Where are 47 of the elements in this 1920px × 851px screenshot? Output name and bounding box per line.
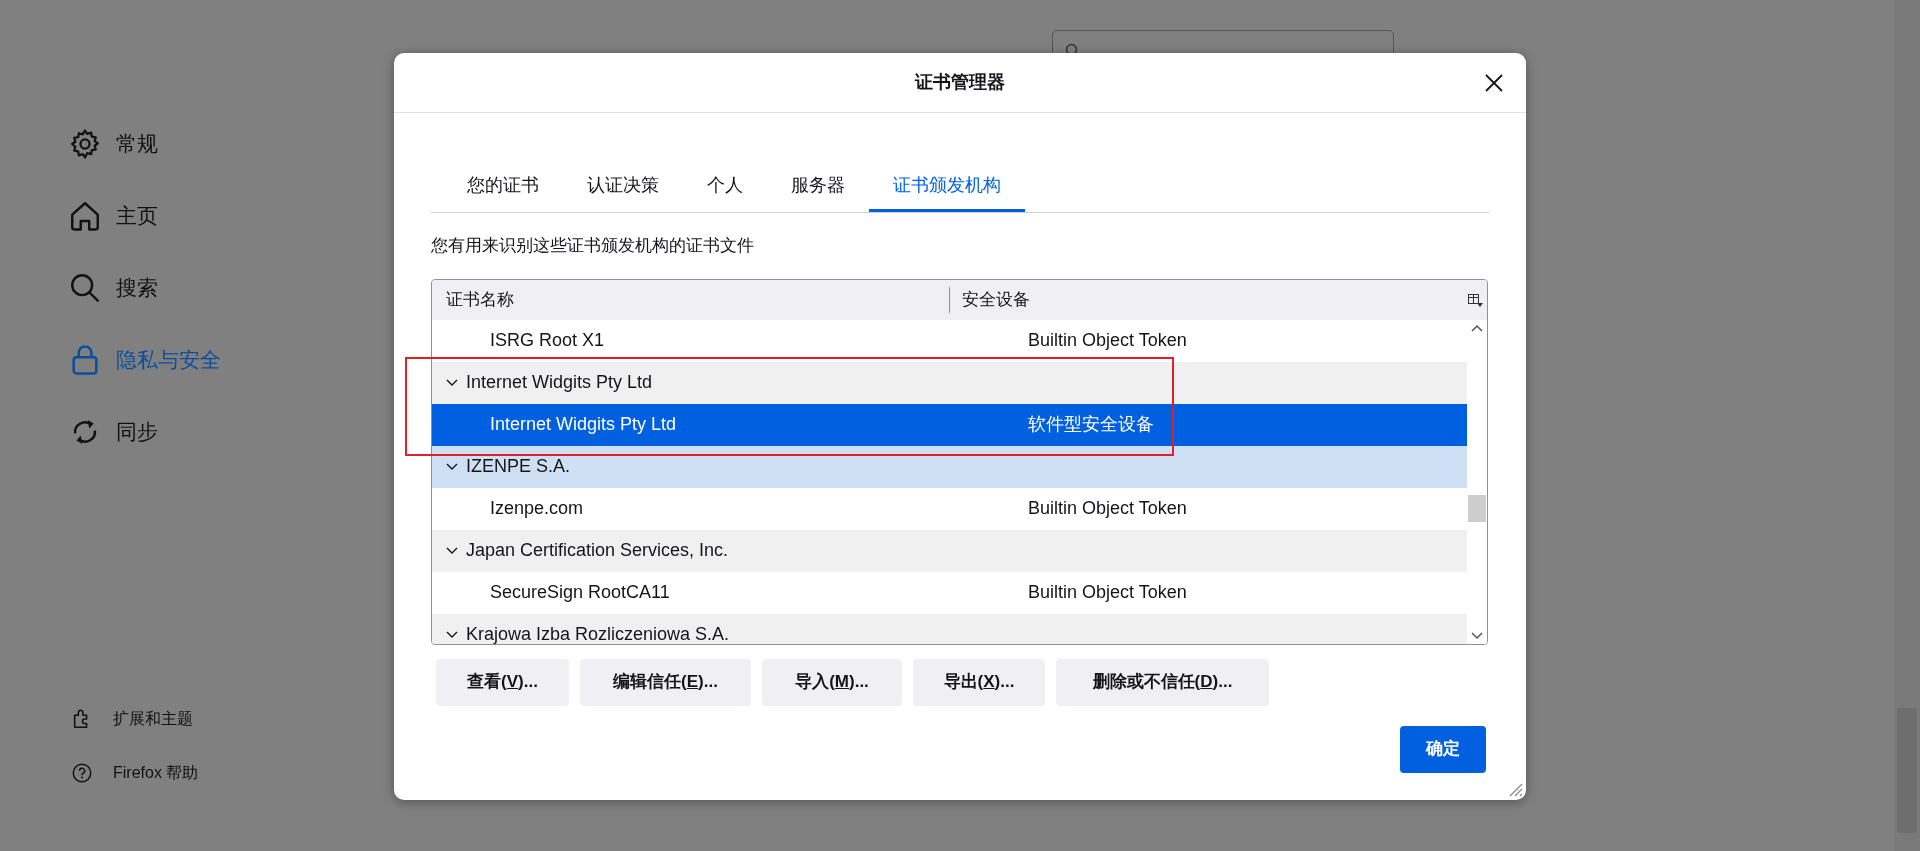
- action-button[interactable]: 删除或不信任(D)...: [1056, 658, 1269, 706]
- tab[interactable]: 您的证书: [443, 159, 563, 212]
- table-cell-text: Builtin Object Token: [1028, 329, 1187, 352]
- table-row[interactable]: IZENPE S.A.: [432, 445, 1467, 488]
- table-row[interactable]: Internet Widgits Pty Ltd 软件型安全设备: [432, 403, 1467, 446]
- table-cell-text: SecureSign RootCA11: [490, 581, 671, 604]
- table-cell-text: IZENPE S.A.: [466, 455, 571, 478]
- action-button[interactable]: 编辑信任(E)...: [580, 658, 751, 706]
- gear-icon: [68, 127, 102, 161]
- ok-button[interactable]: 确定: [1400, 725, 1486, 773]
- tab[interactable]: 个人: [683, 159, 767, 212]
- tab[interactable]: 服务器: [767, 159, 869, 212]
- action-button[interactable]: 导入(M)...: [762, 658, 902, 706]
- column-picker-icon[interactable]: [1467, 291, 1483, 308]
- tab[interactable]: 认证决策: [563, 159, 683, 212]
- table-cell-text: Japan Certification Services, Inc.: [466, 539, 729, 562]
- scrollbar-thumb[interactable]: [1468, 494, 1486, 522]
- home-icon: [68, 199, 102, 233]
- table-row[interactable]: Japan Certification Services, Inc.: [432, 529, 1467, 572]
- tab[interactable]: 证书颁发机构: [869, 159, 1025, 212]
- close-icon: [1485, 74, 1503, 92]
- table-cell-text: Izenpe.com: [490, 497, 585, 520]
- dialog-title: 证书管理器: [915, 71, 1005, 94]
- column-header[interactable]: 安全设备: [950, 286, 1467, 313]
- sidebar-link[interactable]: 扩展和主题: [68, 703, 400, 735]
- resize-grip-icon[interactable]: [1507, 781, 1523, 797]
- scroll-down-icon[interactable]: [1471, 631, 1483, 640]
- sidebar-item[interactable]: 同步: [68, 409, 400, 455]
- action-button[interactable]: 导出(X)...: [913, 658, 1045, 706]
- sidebar-link[interactable]: Firefox 帮助: [68, 757, 400, 789]
- table-cell-text: Internet Widgits Pty Ltd: [466, 371, 653, 394]
- table-cell-text: 软件型安全设备: [1028, 413, 1154, 436]
- scroll-up-icon[interactable]: [1471, 323, 1483, 332]
- sidebar-item[interactable]: 常规: [68, 121, 400, 167]
- table-cell-text: ISRG Root X1: [490, 329, 606, 352]
- table-cell-text: Krajowa Izba Rozliczeniowa S.A.: [466, 623, 730, 644]
- help-icon: [71, 762, 93, 784]
- column-header[interactable]: 证书名称: [432, 286, 950, 313]
- table-row[interactable]: Internet Widgits Pty Ltd: [432, 361, 1467, 404]
- sidebar-item[interactable]: 主页: [68, 193, 400, 239]
- table-cell-text: Builtin Object Token: [1028, 497, 1187, 520]
- table-cell-text: Builtin Object Token: [1028, 581, 1187, 604]
- description-text: 您有用来识别这些证书颁发机构的证书文件: [431, 235, 755, 257]
- table-cell-text: Internet Widgits Pty Ltd: [490, 413, 678, 436]
- sidebar-item[interactable]: 搜索: [68, 265, 400, 311]
- table-row[interactable]: Krajowa Izba Rozliczeniowa S.A.: [432, 613, 1467, 644]
- action-button[interactable]: 查看(V)...: [436, 658, 569, 706]
